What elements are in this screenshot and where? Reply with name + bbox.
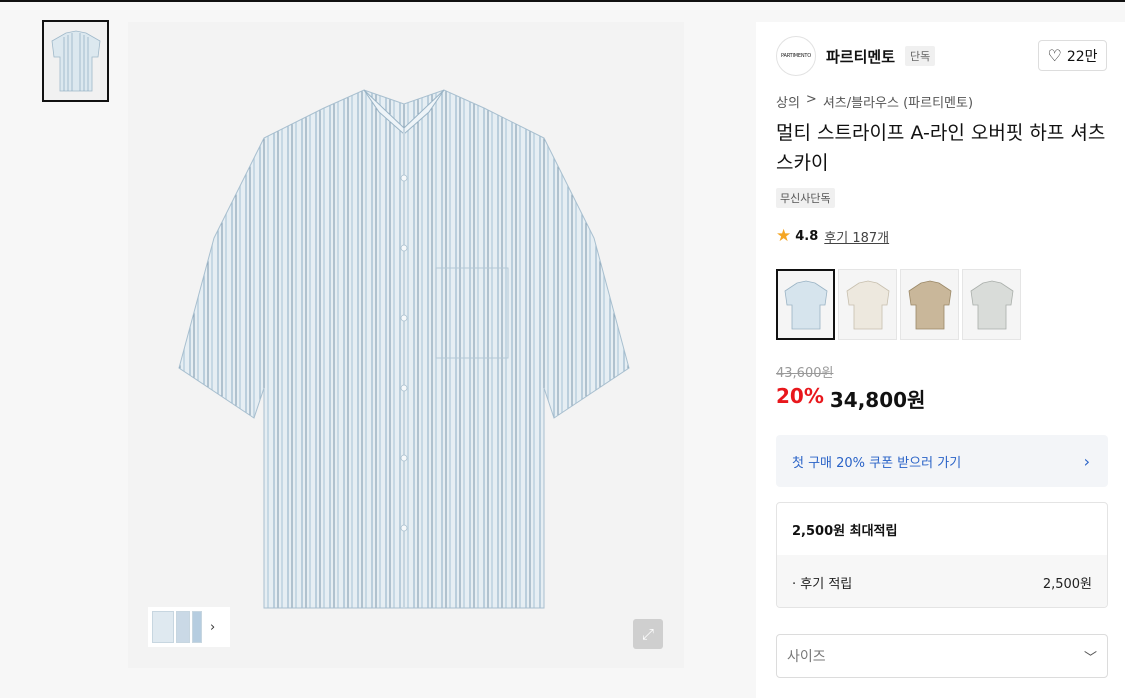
product-main-image[interactable]: › ⤢ — [128, 22, 684, 668]
color-swatch-ivory[interactable] — [838, 269, 897, 340]
breadcrumb: 상의 > 셔츠/블라우스 (파르티멘토) — [776, 92, 973, 111]
like-count: 22만 — [1066, 48, 1098, 65]
heart-icon: ♡ — [1047, 45, 1062, 65]
points-title: 2,500원 최대적립 — [792, 523, 898, 539]
product-title: 멀티 스트라이프 A-라인 오버핏 하프 셔츠 스카이 — [776, 122, 1106, 174]
mini-thumbnail — [192, 611, 202, 643]
rating-score: 4.8 — [795, 229, 819, 244]
shirt-grey-image — [970, 280, 1013, 329]
rating: ★ 4.8 후기 187개 — [776, 226, 889, 247]
breadcrumb-level1[interactable]: 상의 — [776, 92, 800, 111]
exclusive-badge: 단독 — [905, 46, 936, 66]
points-row-value: 2,500원 — [1042, 576, 1092, 592]
color-swatch-grey[interactable] — [962, 269, 1021, 340]
brand-name[interactable]: 파르티멘토 — [826, 46, 895, 67]
more-images-strip[interactable]: › — [148, 607, 230, 647]
gallery-thumbnail-selected[interactable] — [42, 20, 109, 102]
striped-shirt-image — [178, 89, 630, 609]
expand-icon[interactable]: ⤢ — [633, 619, 663, 649]
chevron-right-icon: › — [210, 619, 216, 635]
breadcrumb-separator: > — [805, 92, 817, 107]
star-icon: ★ — [776, 226, 792, 246]
page-background-left — [0, 22, 128, 698]
brand-logo[interactable]: PARTIMENTO — [776, 36, 816, 76]
price-row: 20% 34,800원 — [776, 384, 925, 413]
size-select[interactable]: 사이즈 ﹀ — [776, 634, 1108, 678]
brand-row: PARTIMENTO 파르티멘토 단독 — [776, 36, 936, 76]
shirt-beige-image — [908, 280, 951, 329]
page-background-bottom — [0, 668, 756, 698]
size-placeholder: 사이즈 — [787, 649, 826, 665]
color-swatch-beige[interactable] — [900, 269, 959, 340]
page-background-mid — [684, 22, 756, 698]
shirt-ivory-image — [846, 280, 889, 329]
product-info-panel: PARTIMENTO 파르티멘토 단독 ♡ 22만 상의 > 셔츠/블라우스 (… — [756, 22, 1125, 698]
points-row: · 후기 적립 2,500원 — [777, 555, 1107, 607]
points-row-label: · 후기 적립 — [792, 576, 853, 592]
shirt-thumbnail-image — [51, 30, 100, 92]
breadcrumb-level2[interactable]: 셔츠/블라우스 (파르티멘토) — [823, 92, 973, 111]
coupon-label: 첫 구매 20% 쿠폰 받으러 가기 — [792, 455, 962, 471]
original-price: 43,600원 — [776, 366, 834, 381]
chevron-right-icon: › — [1083, 451, 1090, 471]
mini-thumbnail — [176, 611, 190, 643]
mini-thumbnail — [152, 611, 174, 643]
discount-rate: 20% — [776, 384, 824, 408]
sale-price: 34,800원 — [829, 388, 926, 412]
first-purchase-coupon-button[interactable]: 첫 구매 20% 쿠폰 받으러 가기 › — [776, 435, 1108, 487]
points-box: 2,500원 최대적립 · 후기 적립 2,500원 — [776, 502, 1108, 608]
color-swatch-sky[interactable] — [776, 269, 835, 340]
review-link[interactable]: 후기 187개 — [824, 227, 889, 246]
like-button[interactable]: ♡ 22만 — [1038, 40, 1107, 71]
chevron-down-icon: ﹀ — [1083, 650, 1097, 666]
musinsa-exclusive-tag: 무신사단독 — [776, 188, 835, 208]
page-background — [0, 2, 1125, 22]
shirt-sky-image — [784, 280, 827, 329]
color-swatches — [776, 269, 1021, 340]
